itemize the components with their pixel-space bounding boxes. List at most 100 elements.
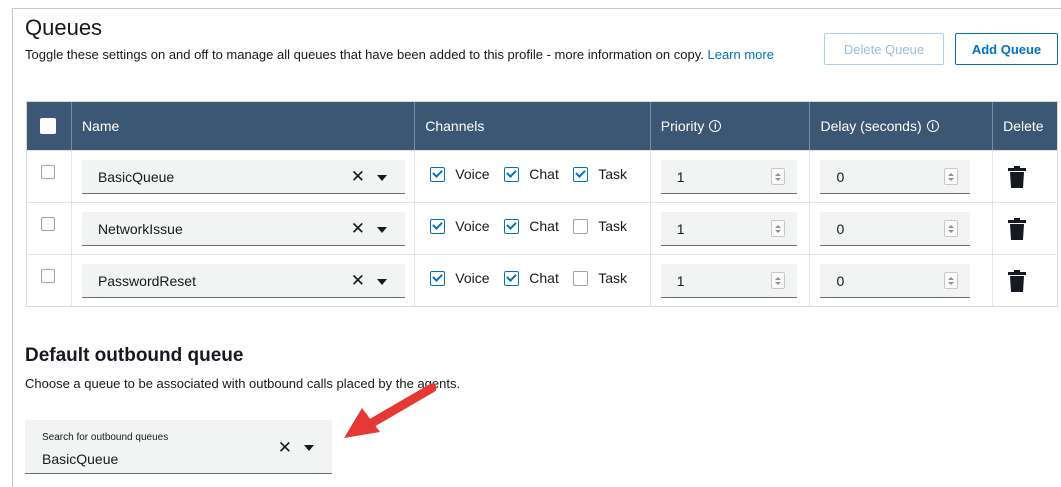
row-delete-cell [993, 203, 1057, 255]
trash-icon[interactable] [1008, 218, 1027, 240]
task-checkbox[interactable] [573, 270, 589, 286]
caret-down-icon[interactable] [304, 445, 314, 451]
voice-label: Voice [455, 218, 490, 234]
voice-checkbox[interactable] [430, 166, 446, 182]
caret-down-icon[interactable] [376, 227, 387, 233]
table-row: BasicQueue ✕ Voice Chat Task 1 0 [27, 150, 1057, 203]
task-checkbox[interactable] [573, 166, 589, 182]
delay-value: 0 [836, 272, 845, 289]
outbound-queue-select[interactable]: Search for outbound queues BasicQueue ✕ [25, 420, 332, 474]
queue-name: PasswordReset [97, 272, 196, 289]
trash-icon[interactable] [1008, 270, 1027, 292]
select-all-checkbox[interactable] [40, 118, 56, 134]
spinner-icon[interactable] [944, 220, 959, 237]
row-name-cell: NetworkIssue ✕ [72, 203, 416, 255]
row-select-cell [27, 151, 72, 203]
outbound-section-title: Default outbound queue [25, 345, 244, 366]
row-name-cell: PasswordReset ✕ [72, 255, 416, 307]
priority-column-header: Priority i [651, 102, 811, 150]
priority-input[interactable]: 1 [660, 212, 797, 246]
delay-info-icon[interactable]: i [926, 120, 939, 132]
learn-more-link[interactable]: Learn more [707, 47, 773, 62]
delete-column-header: Delete [993, 102, 1057, 150]
row-checkbox[interactable] [41, 217, 55, 231]
queue-name: NetworkIssue [97, 220, 183, 237]
queue-select[interactable]: PasswordReset ✕ [81, 264, 405, 298]
row-select-cell [27, 255, 72, 307]
voice-channel: Voice [430, 270, 490, 286]
priority-header-label: Priority [660, 118, 705, 134]
spinner-icon[interactable] [944, 272, 959, 289]
clear-icon[interactable]: ✕ [278, 438, 292, 458]
delay-header-label: Delay (seconds) [820, 118, 922, 134]
spinner-icon[interactable] [944, 168, 959, 185]
table-row: NetworkIssue ✕ Voice Chat Task 1 0 [27, 202, 1057, 255]
row-select-cell [27, 203, 72, 255]
voice-channel: Voice [430, 218, 490, 234]
row-priority-cell: 1 [651, 203, 811, 255]
name-header-label: Name [81, 118, 120, 134]
channels-column-header: Channels [415, 102, 651, 150]
spinner-icon[interactable] [770, 168, 785, 185]
clear-icon[interactable]: ✕ [351, 219, 365, 239]
priority-value: 1 [676, 220, 685, 237]
spinner-icon[interactable] [770, 272, 785, 289]
subtitle-text: Toggle these settings on and off to mana… [25, 47, 704, 62]
row-channels-cell: Voice Chat Task [415, 255, 651, 307]
priority-input[interactable]: 1 [660, 160, 797, 194]
row-name-cell: BasicQueue ✕ [72, 151, 416, 203]
chat-checkbox[interactable] [504, 270, 520, 286]
task-channel: Task [573, 166, 627, 182]
chat-checkbox[interactable] [504, 218, 520, 234]
priority-value: 1 [676, 272, 685, 289]
row-checkbox[interactable] [41, 269, 55, 283]
delete-header-label: Delete [1003, 118, 1044, 134]
delay-input[interactable]: 0 [820, 264, 971, 298]
page-subtitle: Toggle these settings on and off to mana… [25, 47, 774, 62]
voice-label: Voice [455, 270, 490, 286]
chat-channel: Chat [504, 218, 559, 234]
caret-down-icon[interactable] [376, 175, 387, 181]
spinner-icon[interactable] [770, 220, 785, 237]
row-delay-cell: 0 [810, 203, 994, 255]
row-delete-cell [993, 255, 1057, 307]
clear-icon[interactable]: ✕ [351, 271, 365, 291]
task-channel: Task [573, 218, 627, 234]
row-channels-cell: Voice Chat Task [415, 151, 651, 203]
delay-input[interactable]: 0 [820, 212, 971, 246]
voice-checkbox[interactable] [430, 270, 446, 286]
row-channels-cell: Voice Chat Task [415, 203, 651, 255]
row-priority-cell: 1 [651, 255, 811, 307]
delete-queue-button[interactable]: Delete Queue [824, 33, 944, 65]
trash-icon[interactable] [1008, 166, 1027, 188]
task-label: Task [598, 270, 628, 286]
queue-name: BasicQueue [97, 168, 175, 185]
table-row: PasswordReset ✕ Voice Chat Task 1 0 [27, 254, 1057, 307]
task-checkbox[interactable] [573, 218, 589, 234]
row-delete-cell [993, 151, 1057, 203]
chat-label: Chat [529, 166, 559, 182]
priority-input[interactable]: 1 [660, 264, 797, 298]
delay-input[interactable]: 0 [820, 160, 971, 194]
queue-select[interactable]: NetworkIssue ✕ [81, 212, 405, 246]
header-select-cell [27, 102, 72, 150]
clear-icon[interactable]: ✕ [351, 167, 365, 187]
chat-checkbox[interactable] [504, 166, 520, 182]
queues-table: Name Channels Priority i Delay (seconds) i… [26, 101, 1058, 307]
voice-checkbox[interactable] [430, 218, 446, 234]
outbound-search-label: Search for outbound queues [42, 432, 169, 443]
row-delay-cell: 0 [810, 255, 994, 307]
task-label: Task [598, 166, 628, 182]
delay-value: 0 [836, 168, 845, 185]
priority-value: 1 [676, 168, 685, 185]
name-column-header: Name [72, 102, 416, 150]
row-delay-cell: 0 [810, 151, 994, 203]
row-checkbox[interactable] [41, 165, 55, 179]
add-queue-button[interactable]: Add Queue [955, 33, 1058, 65]
queue-select[interactable]: BasicQueue ✕ [81, 160, 405, 194]
caret-down-icon[interactable] [376, 279, 387, 285]
voice-channel: Voice [430, 166, 490, 182]
priority-info-icon[interactable]: i [709, 120, 722, 132]
chat-label: Chat [529, 218, 559, 234]
delay-column-header: Delay (seconds) i [810, 102, 994, 150]
